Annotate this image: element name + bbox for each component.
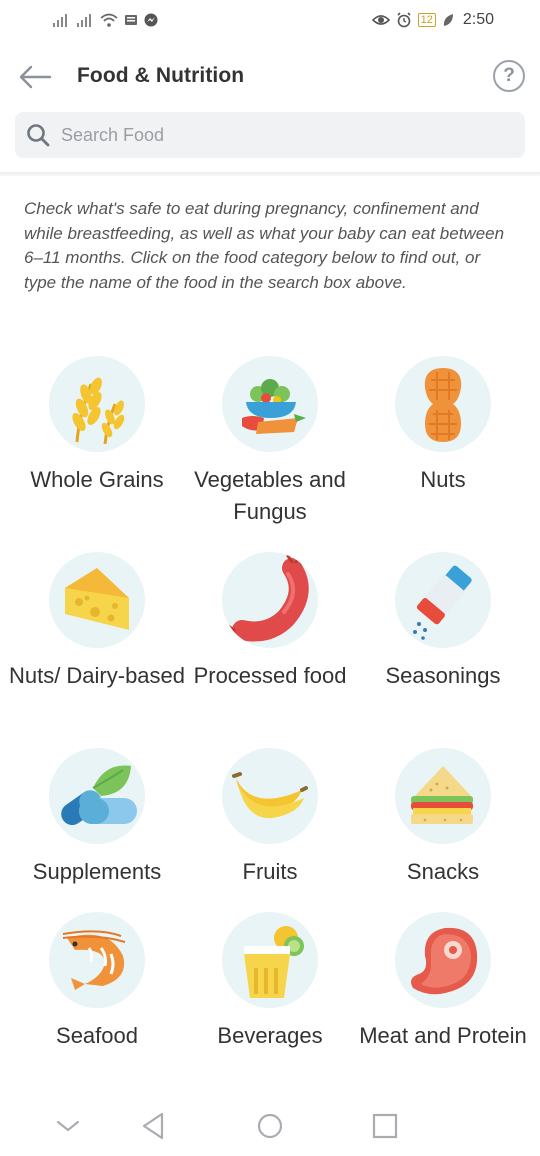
clock-time: 2:50 bbox=[462, 11, 494, 28]
back-triangle-icon[interactable] bbox=[136, 1108, 172, 1144]
category-label: Processed food bbox=[193, 663, 347, 688]
status-bar: 12 2:50 bbox=[0, 0, 540, 40]
category-icon-circle bbox=[395, 912, 491, 1008]
category-label: Whole Grains bbox=[30, 467, 164, 492]
category-dairy[interactable]: Nuts/ Dairy-based bbox=[7, 548, 187, 692]
category-icon-circle bbox=[49, 552, 145, 648]
category-seasonings[interactable]: Seasonings bbox=[353, 548, 533, 692]
leaf-icon bbox=[443, 14, 453, 26]
category-nuts[interactable]: Nuts bbox=[353, 352, 533, 496]
question-mark-icon: ? bbox=[503, 65, 515, 86]
home-circle-icon[interactable] bbox=[252, 1108, 288, 1144]
category-supplements[interactable]: Supplements bbox=[7, 744, 187, 888]
category-label: Beverages bbox=[217, 1023, 323, 1048]
sausage-icon bbox=[226, 554, 309, 642]
category-icon-circle bbox=[49, 748, 145, 844]
category-snacks[interactable]: Snacks bbox=[353, 744, 533, 888]
battery-icon: 12 bbox=[417, 13, 436, 27]
category-label: Fruits bbox=[242, 859, 298, 884]
category-meat-protein[interactable]: Meat and Protein bbox=[353, 908, 533, 1052]
search-bar[interactable] bbox=[15, 112, 525, 158]
category-label: Nuts bbox=[420, 467, 466, 492]
status-right: 12 2:50 bbox=[371, 11, 494, 29]
sandwich-icon bbox=[411, 766, 473, 824]
back-button[interactable] bbox=[18, 64, 52, 90]
signal-icon bbox=[53, 14, 67, 27]
category-whole-grains[interactable]: Whole Grains bbox=[7, 352, 187, 496]
peanut-icon bbox=[424, 368, 462, 442]
shrimp-icon bbox=[62, 930, 126, 990]
category-label: Snacks bbox=[406, 859, 480, 884]
category-icon-circle bbox=[222, 552, 318, 648]
category-label: Nuts/ Dairy-based bbox=[8, 663, 186, 688]
category-vegetables-fungus[interactable]: Vegetables and Fungus bbox=[180, 352, 360, 528]
category-icon-circle bbox=[222, 748, 318, 844]
signal-icon-2 bbox=[77, 14, 91, 27]
vegetable-bowl-icon bbox=[242, 379, 306, 434]
category-icon-circle bbox=[395, 552, 491, 648]
eye-icon bbox=[371, 15, 390, 25]
intro-text: Check what's safe to eat during pregnanc… bbox=[24, 199, 505, 292]
category-icon-circle bbox=[395, 748, 491, 844]
category-icon-circle bbox=[49, 356, 145, 452]
recents-square-icon[interactable] bbox=[367, 1108, 403, 1144]
header-divider bbox=[0, 172, 540, 176]
steak-icon bbox=[411, 927, 478, 995]
help-button[interactable]: ? bbox=[493, 60, 525, 92]
app-header: Food & Nutrition ? bbox=[0, 40, 540, 112]
category-icon-circle bbox=[395, 356, 491, 452]
wheat-icon bbox=[72, 377, 125, 445]
message-icon bbox=[125, 15, 137, 25]
category-label: Vegetables and Fungus bbox=[194, 467, 346, 524]
system-nav-bar bbox=[0, 1096, 540, 1156]
category-label: Seasonings bbox=[385, 663, 501, 688]
category-label: Meat and Protein bbox=[359, 1023, 527, 1048]
chevron-down-icon[interactable] bbox=[50, 1108, 86, 1144]
category-seafood[interactable]: Seafood bbox=[7, 908, 187, 1052]
search-icon bbox=[27, 124, 50, 147]
pill-leaf-icon bbox=[61, 765, 137, 825]
category-icon-circle bbox=[49, 912, 145, 1008]
alarm-icon bbox=[397, 12, 411, 28]
category-icon-circle bbox=[222, 912, 318, 1008]
category-label: Supplements bbox=[32, 859, 162, 884]
wifi-icon bbox=[100, 13, 118, 27]
category-label: Seafood bbox=[56, 1023, 138, 1048]
salt-shaker-icon bbox=[413, 565, 472, 640]
drink-glass-icon bbox=[244, 926, 304, 998]
search-input[interactable] bbox=[61, 112, 511, 158]
status-left bbox=[52, 13, 158, 27]
category-beverages[interactable]: Beverages bbox=[180, 908, 360, 1052]
category-fruits[interactable]: Fruits bbox=[180, 744, 360, 888]
messenger-icon bbox=[144, 13, 158, 27]
category-processed-food[interactable]: Processed food bbox=[180, 548, 360, 692]
arrow-left-icon bbox=[19, 65, 52, 89]
cheese-icon bbox=[65, 568, 129, 630]
category-icon-circle bbox=[222, 356, 318, 452]
banana-icon bbox=[232, 772, 308, 819]
page-title: Food & Nutrition bbox=[77, 64, 245, 87]
